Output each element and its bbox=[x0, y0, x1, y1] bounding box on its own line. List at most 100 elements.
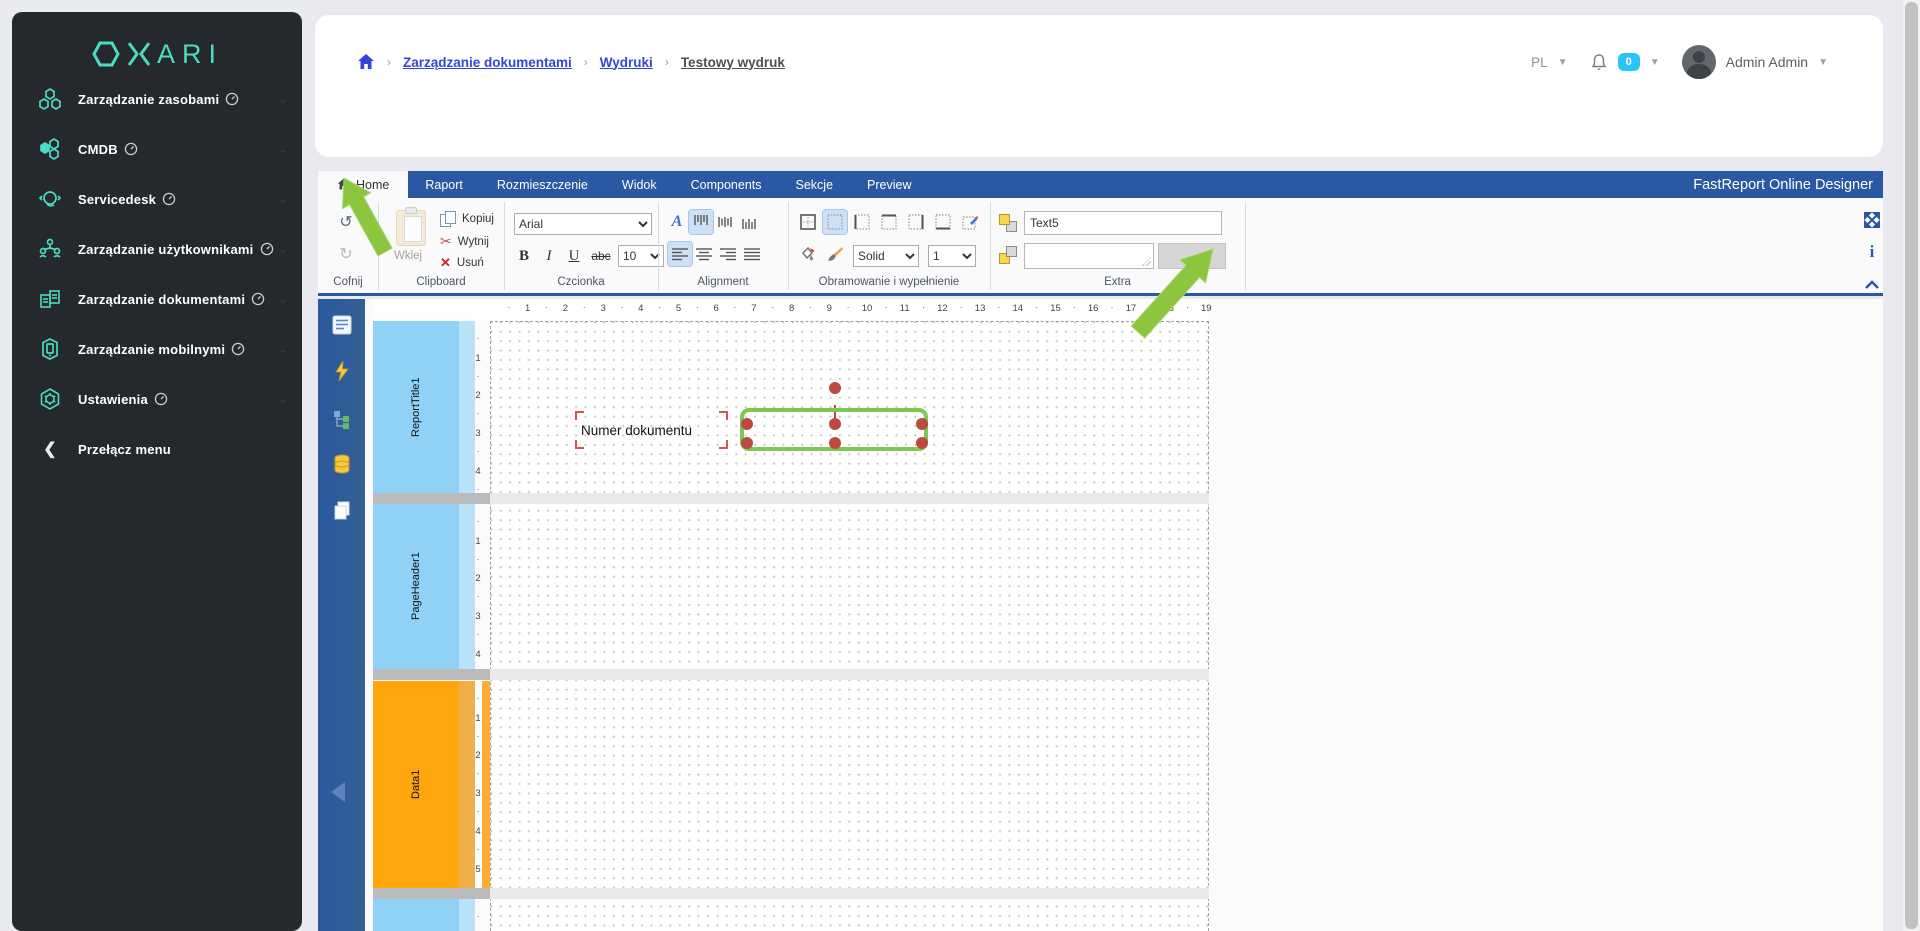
cut-button[interactable]: ✂ Wytnij bbox=[440, 233, 489, 250]
copy-button[interactable]: Kopiuj bbox=[440, 211, 494, 227]
cut-icon: ✂ bbox=[440, 233, 452, 249]
band-separator[interactable] bbox=[373, 669, 490, 680]
user-caret-icon[interactable]: ▼ bbox=[1818, 57, 1828, 68]
ruler-tick: · bbox=[846, 302, 850, 312]
strikethrough-button[interactable]: abc bbox=[587, 244, 615, 268]
vertical-align-top-button[interactable] bbox=[688, 209, 714, 235]
quick-actions-button[interactable] bbox=[330, 359, 353, 382]
border-top-button[interactable] bbox=[877, 210, 901, 234]
tab-home[interactable]: Home bbox=[318, 171, 409, 198]
send-to-back-icon bbox=[999, 246, 1017, 264]
align-justify-button[interactable] bbox=[740, 242, 764, 266]
tab-widok[interactable]: Widok bbox=[605, 171, 674, 198]
border-edit-button[interactable] bbox=[958, 210, 982, 234]
breadcrumb-link-dokumenty[interactable]: Zarządzanie dokumentami bbox=[403, 55, 572, 70]
report-bands-button[interactable] bbox=[330, 313, 353, 336]
undo-button[interactable]: ↺ bbox=[334, 210, 358, 234]
band-pageheader[interactable]: PageHeader1 bbox=[373, 504, 459, 669]
tab-components[interactable]: Components bbox=[674, 171, 779, 198]
align-right-button[interactable] bbox=[716, 242, 740, 266]
border-width-select[interactable]: 1 bbox=[928, 245, 976, 267]
page-scrollbar[interactable] bbox=[1903, 0, 1920, 931]
sidebar-item-ustawienia[interactable]: Ustawienia ⌄ bbox=[12, 374, 302, 424]
lightning-icon bbox=[334, 360, 349, 381]
info-button[interactable]: i bbox=[1862, 242, 1882, 262]
border-bottom-button[interactable] bbox=[931, 210, 955, 234]
align-center-button[interactable] bbox=[692, 242, 716, 266]
italic-button[interactable]: I bbox=[537, 244, 561, 268]
home-icon[interactable] bbox=[357, 53, 375, 71]
font-color-button[interactable]: A bbox=[665, 210, 689, 234]
object-name-input[interactable] bbox=[1024, 211, 1222, 235]
collapse-ribbon-button[interactable] bbox=[1862, 274, 1882, 294]
font-family-select[interactable]: Arial bbox=[514, 213, 652, 235]
tab-sekcje[interactable]: Sekcje bbox=[779, 171, 851, 198]
band-bottom[interactable] bbox=[373, 899, 459, 931]
delete-button[interactable]: ✕ Usuń bbox=[440, 255, 484, 271]
ruler-tick: · bbox=[1072, 302, 1076, 312]
resize-handle[interactable] bbox=[829, 437, 841, 449]
notification-badge[interactable]: 0 bbox=[1617, 53, 1640, 71]
notification-caret-icon[interactable]: ▼ bbox=[1650, 57, 1660, 68]
avatar[interactable] bbox=[1681, 45, 1716, 79]
language-caret-icon[interactable]: ▼ bbox=[1558, 57, 1568, 68]
chevron-down-icon: ⌄ bbox=[277, 342, 288, 356]
align-left-button[interactable] bbox=[667, 241, 693, 267]
bell-icon[interactable] bbox=[1590, 53, 1608, 72]
paste-button[interactable] bbox=[396, 207, 426, 246]
resize-handle[interactable] bbox=[916, 437, 928, 449]
border-none-button[interactable] bbox=[822, 209, 848, 235]
redo-icon: ↻ bbox=[339, 246, 353, 263]
brush-button[interactable] bbox=[823, 242, 847, 266]
scrollbar-thumb[interactable] bbox=[1905, 2, 1918, 929]
band-separator[interactable] bbox=[373, 493, 490, 504]
sidebar-toggle-menu[interactable]: ❮ Przełącz menu bbox=[12, 424, 302, 474]
send-to-back-button[interactable] bbox=[996, 243, 1020, 267]
sidebar-item-cmdb[interactable]: CMDB ⌄ bbox=[12, 124, 302, 174]
data-source-button[interactable] bbox=[330, 452, 353, 475]
report-tree-button[interactable] bbox=[330, 407, 353, 430]
band-data[interactable]: Data1 bbox=[373, 681, 459, 888]
gauge-icon bbox=[260, 242, 273, 256]
sidebar-item-uzytkownicy[interactable]: Zarządzanie użytkownikami ⌄ bbox=[12, 224, 302, 274]
resize-handle[interactable] bbox=[741, 437, 753, 449]
bold-button[interactable]: B bbox=[512, 244, 536, 268]
collapse-toolbar-button[interactable] bbox=[331, 782, 345, 802]
resize-handle[interactable] bbox=[741, 418, 753, 430]
tab-raport[interactable]: Raport bbox=[408, 171, 480, 198]
underline-button[interactable]: U bbox=[562, 244, 586, 268]
paste-label: Wklej bbox=[394, 250, 423, 262]
resize-handle[interactable] bbox=[916, 418, 928, 430]
vertical-align-center-button[interactable] bbox=[713, 210, 737, 234]
fill-color-button[interactable] bbox=[796, 242, 820, 266]
breadcrumb-link-wydruki[interactable]: Wydruki bbox=[600, 55, 653, 70]
tab-preview[interactable]: Preview bbox=[850, 171, 928, 198]
expression-button[interactable] bbox=[1158, 243, 1226, 269]
band-reporttitle[interactable]: ReportTitle1 bbox=[373, 321, 459, 493]
pages-button[interactable] bbox=[330, 498, 353, 521]
rotation-handle[interactable] bbox=[829, 382, 841, 394]
border-style-select[interactable]: Solid bbox=[853, 245, 919, 267]
resize-grip-icon[interactable] bbox=[1142, 257, 1151, 266]
tab-rozmieszczenie[interactable]: Rozmieszczenie bbox=[480, 171, 605, 198]
border-right-button[interactable] bbox=[904, 210, 928, 234]
delete-icon: ✕ bbox=[440, 255, 451, 270]
language-selector[interactable]: PL bbox=[1531, 55, 1548, 70]
border-all-button[interactable] bbox=[796, 210, 820, 234]
sidebar-item-servicedesk[interactable]: Servicedesk ⌄ bbox=[12, 174, 302, 224]
object-text-area[interactable] bbox=[1024, 243, 1154, 269]
sidebar-item-dokumenty[interactable]: Zarządzanie dokumentami ⌄ bbox=[12, 274, 302, 324]
oxari-logo-text: ARI bbox=[156, 38, 223, 69]
resize-handle[interactable] bbox=[829, 418, 841, 430]
sidebar-item-zasoby[interactable]: Zarządzanie zasobami ⌄ bbox=[12, 74, 302, 124]
sidebar-item-mobilne[interactable]: Zarządzanie mobilnymi ⌄ bbox=[12, 324, 302, 374]
vertical-align-bottom-button[interactable] bbox=[737, 210, 761, 234]
band-separator[interactable] bbox=[373, 888, 490, 899]
ruler-tick: · bbox=[922, 302, 926, 312]
text-object-numer-dokumentu[interactable]: Numer dokumentu bbox=[575, 411, 728, 449]
border-left-button[interactable] bbox=[850, 210, 874, 234]
redo-button[interactable]: ↻ bbox=[334, 242, 358, 266]
ruler-number: 4 bbox=[638, 303, 644, 314]
bring-to-front-button[interactable] bbox=[996, 211, 1020, 235]
fullscreen-button[interactable] bbox=[1862, 210, 1882, 230]
